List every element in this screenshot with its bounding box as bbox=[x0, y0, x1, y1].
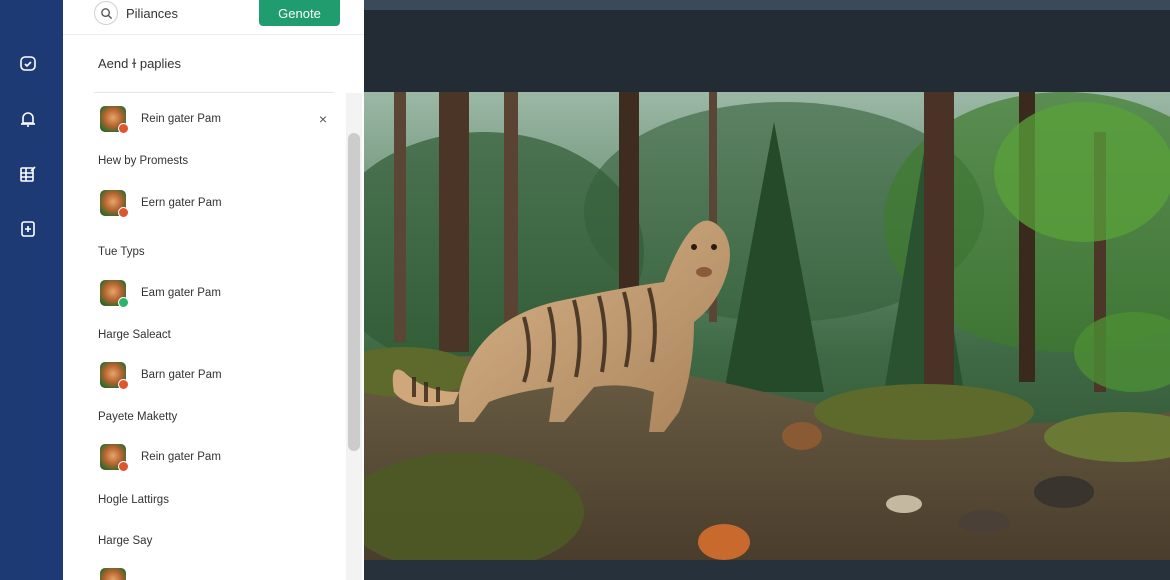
status-badge bbox=[118, 379, 129, 390]
search-icon[interactable] bbox=[94, 1, 118, 25]
list-item[interactable] bbox=[100, 566, 126, 580]
chat-icon[interactable] bbox=[14, 50, 42, 78]
search-label[interactable]: Piliances bbox=[126, 6, 178, 21]
group-header: Harge Saleact bbox=[98, 329, 171, 341]
left-rail bbox=[0, 0, 63, 580]
avatar bbox=[100, 362, 129, 390]
group-header: Tue Typs bbox=[98, 246, 145, 258]
side-panel: Piliances Genote Aend ɫ paplies Rein gat… bbox=[63, 0, 364, 580]
list-item[interactable]: Rein gater Pam bbox=[100, 104, 221, 134]
avatar bbox=[100, 280, 129, 308]
list-item-label: Eam gater Pam bbox=[141, 287, 221, 299]
top-strip bbox=[364, 0, 1170, 10]
generated-image[interactable] bbox=[364, 92, 1170, 560]
generate-button[interactable]: Genote bbox=[259, 0, 340, 26]
document-icon[interactable] bbox=[14, 215, 42, 243]
panel-topbar: Piliances Genote bbox=[63, 0, 364, 35]
bottom-strip bbox=[364, 560, 1170, 580]
scrollbar-thumb[interactable] bbox=[348, 133, 360, 451]
group-header: Payete Maketty bbox=[98, 411, 178, 423]
list-item-label: Rein gater Pam bbox=[141, 113, 221, 125]
list-item-label: Eern gater Pam bbox=[141, 197, 222, 209]
image-header bbox=[364, 10, 1170, 92]
status-badge bbox=[118, 207, 129, 218]
close-icon[interactable]: × bbox=[316, 112, 330, 126]
group-header: Hogle Lattirgs bbox=[98, 494, 169, 506]
list-item[interactable]: Rein gater Pam bbox=[100, 442, 221, 472]
avatar bbox=[100, 568, 126, 580]
avatar bbox=[100, 444, 129, 472]
bell-icon[interactable] bbox=[14, 105, 42, 133]
edit-grid-icon[interactable] bbox=[14, 160, 42, 188]
list-item-label: Rein gater Pam bbox=[141, 451, 221, 463]
list-item[interactable]: Barn gater Pam bbox=[100, 360, 222, 390]
avatar bbox=[100, 106, 129, 134]
list-item[interactable]: Eam gater Pam bbox=[100, 278, 221, 308]
status-badge bbox=[118, 123, 129, 134]
group-header: Harge Say bbox=[98, 535, 153, 547]
section-title: Aend ɫ paplies bbox=[98, 56, 182, 71]
status-badge bbox=[118, 297, 129, 308]
status-badge bbox=[118, 461, 129, 472]
group-header: Hew by Promests bbox=[98, 155, 189, 167]
scrollbar[interactable] bbox=[346, 93, 362, 580]
list-item-label: Barn gater Pam bbox=[141, 369, 222, 381]
list-item[interactable]: Eern gater Pam bbox=[100, 188, 222, 218]
avatar bbox=[100, 190, 129, 218]
divider bbox=[94, 92, 334, 93]
